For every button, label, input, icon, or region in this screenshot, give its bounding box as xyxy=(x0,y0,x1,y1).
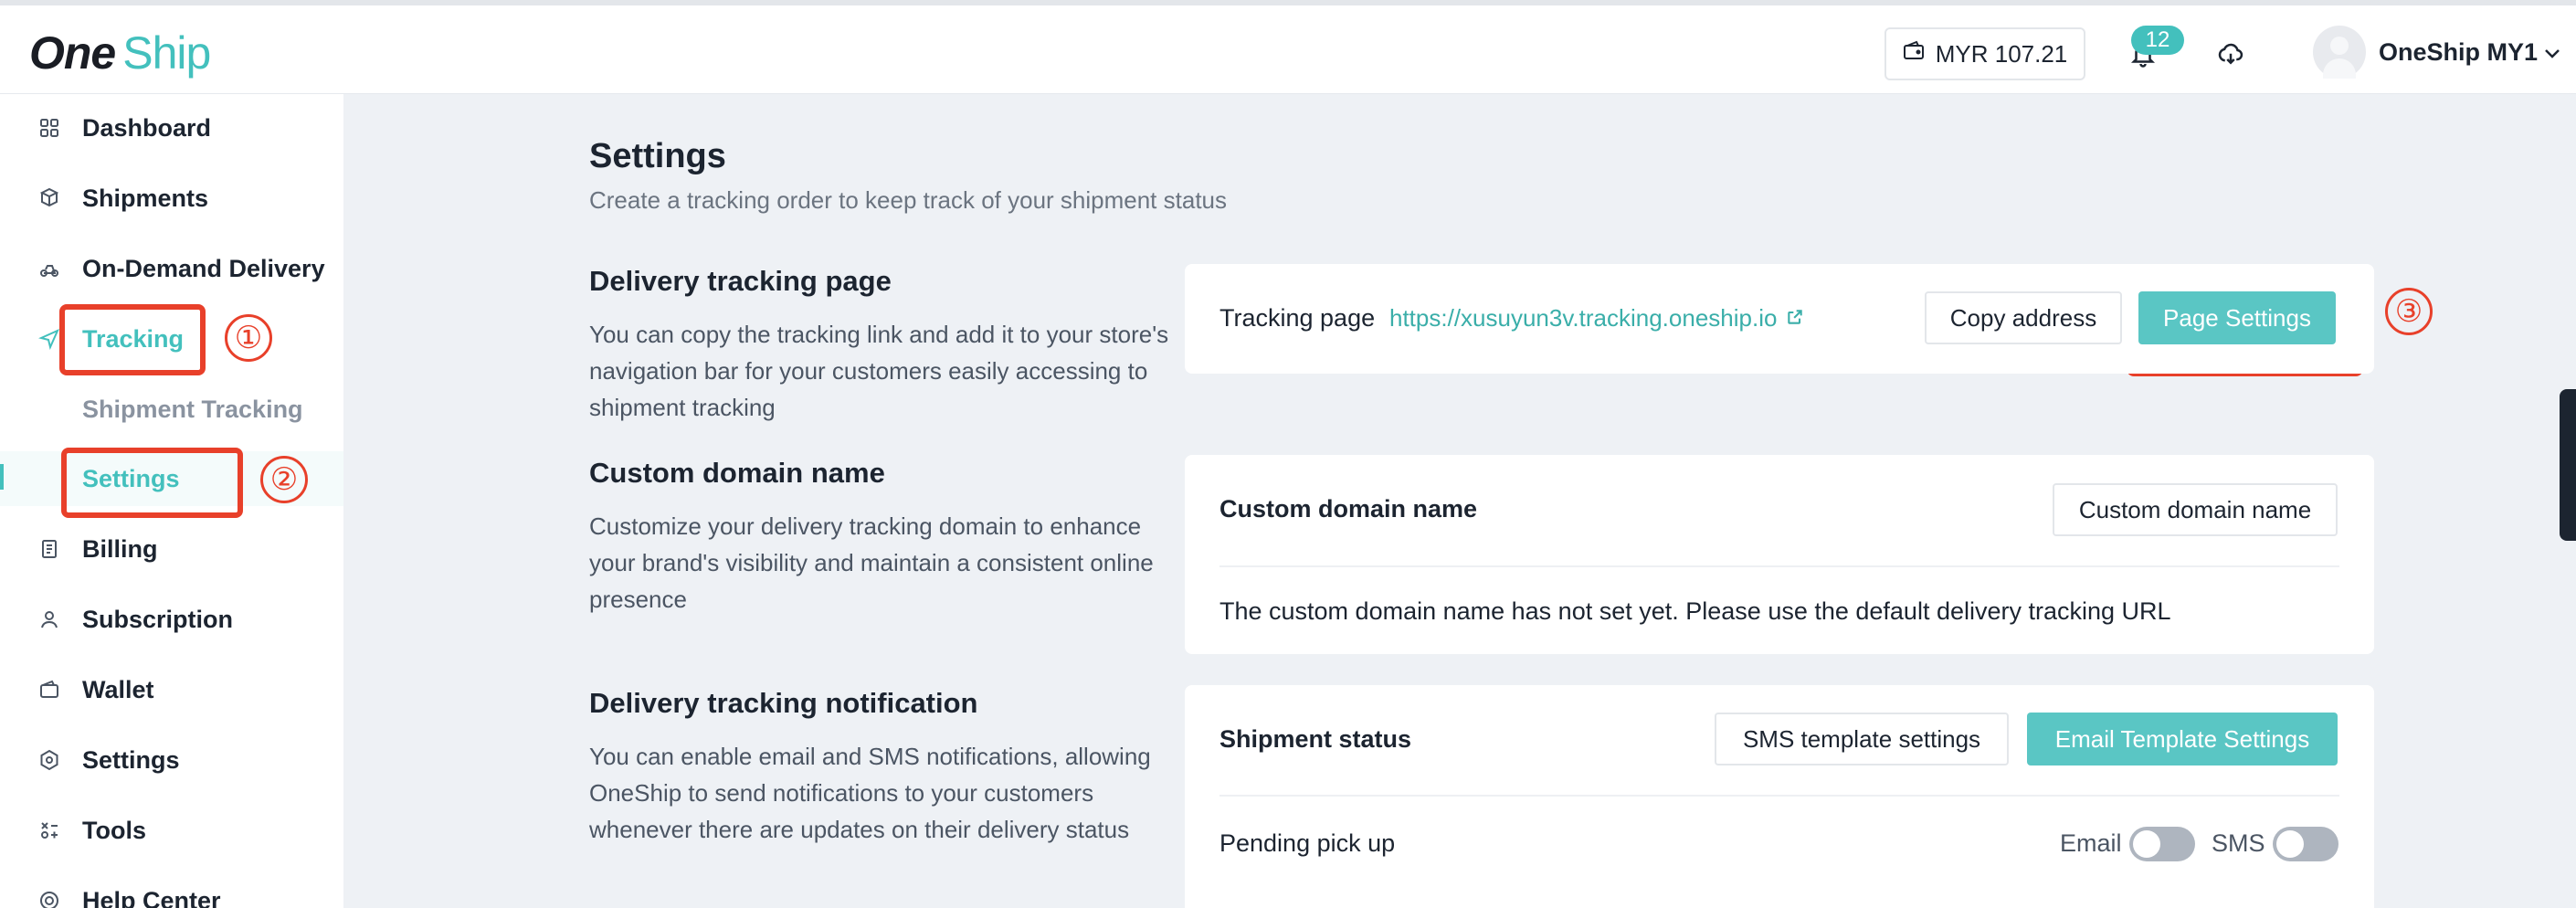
chevron-down-icon[interactable] xyxy=(2539,40,2565,66)
page-title: Settings xyxy=(589,137,726,175)
logo-ship: Ship xyxy=(122,27,211,79)
annotation-box-1 xyxy=(59,304,206,375)
sms-toggle-label: SMS xyxy=(2212,829,2265,857)
pending-pick-up-label: Pending pick up xyxy=(1219,829,1396,857)
billing-icon xyxy=(37,536,62,562)
sidebar-item-label: Dashboard xyxy=(82,113,212,142)
sidebar-item-label: Shipment Tracking xyxy=(82,395,303,423)
custom-domain-title: Custom domain name xyxy=(589,457,885,489)
page-settings-button[interactable]: Page Settings xyxy=(2138,291,2336,344)
shipments-icon xyxy=(37,185,62,211)
notification-title: Delivery tracking notification xyxy=(589,687,978,719)
annotation-number-1: ① xyxy=(225,314,272,362)
on-demand-icon xyxy=(37,256,62,281)
logo-one: One xyxy=(29,27,116,79)
side-panel-handle[interactable] xyxy=(2560,389,2576,541)
sidebar-item-help-center[interactable]: Help Center xyxy=(0,873,343,908)
notification-badge: 12 xyxy=(2131,26,2184,55)
wallet-icon xyxy=(37,677,62,702)
email-template-settings-button[interactable]: Email Template Settings xyxy=(2027,713,2338,765)
custom-domain-label: Custom domain name xyxy=(1219,495,1478,523)
sidebar-item-shipment-tracking[interactable]: Shipment Tracking xyxy=(0,382,343,437)
tracking-page-card: Tracking page https://xusuyun3v.tracking… xyxy=(1185,264,2374,374)
sidebar-item-wallet[interactable]: Wallet xyxy=(0,662,343,717)
wallet-icon xyxy=(1903,40,1925,69)
sidebar-item-label: Shipments xyxy=(82,184,209,212)
sidebar-item-subscription[interactable]: Subscription xyxy=(0,592,343,647)
oneship-logo[interactable]: One Ship xyxy=(29,26,211,80)
user-icon xyxy=(37,607,62,632)
wallet-balance: MYR 107.21 xyxy=(1935,39,2068,68)
page-subtitle: Create a tracking order to keep track of… xyxy=(589,186,1228,214)
tools-icon xyxy=(37,818,62,843)
sidebar-item-label: Help Center xyxy=(82,886,221,908)
sidebar-item-settings[interactable]: Settings xyxy=(0,733,343,787)
tracking-page-label: Tracking page xyxy=(1219,304,1376,332)
sms-toggle[interactable] xyxy=(2273,827,2338,861)
email-toggle[interactable] xyxy=(2129,827,2195,861)
dashboard-icon xyxy=(37,115,62,141)
tracking-page-link[interactable]: https://xusuyun3v.tracking.oneship.io xyxy=(1389,304,1804,333)
custom-domain-desc: Customize your delivery tracking domain … xyxy=(589,512,1154,613)
external-link-icon xyxy=(1786,304,1804,333)
custom-domain-card: Custom domain name Custom domain name Th… xyxy=(1185,455,2374,654)
delivery-tracking-page-title: Delivery tracking page xyxy=(589,265,892,297)
sidebar-item-label: On-Demand Delivery xyxy=(82,254,325,282)
divider xyxy=(1219,795,2339,797)
sidebar-item-dashboard[interactable]: Dashboard xyxy=(0,100,343,155)
notification-desc: You can enable email and SMS notificatio… xyxy=(589,743,1151,843)
cloud-download-icon[interactable] xyxy=(2214,38,2247,71)
sidebar-item-tools[interactable]: Tools xyxy=(0,803,343,858)
annotation-box-2 xyxy=(61,448,243,518)
sidebar-item-label: Billing xyxy=(82,534,158,563)
annotation-number-3: ③ xyxy=(2385,288,2433,335)
notification-card: Shipment status SMS template settings Em… xyxy=(1185,685,2374,908)
sidebar-item-label: Settings xyxy=(82,745,180,774)
custom-domain-button[interactable]: Custom domain name xyxy=(2053,483,2338,536)
sidebar-item-label: Wallet xyxy=(82,675,154,703)
avatar[interactable] xyxy=(2313,26,2366,79)
copy-address-button[interactable]: Copy address xyxy=(1925,291,2122,344)
divider xyxy=(1219,565,2339,567)
tracking-page-url: https://xusuyun3v.tracking.oneship.io xyxy=(1389,304,1778,332)
email-toggle-label: Email xyxy=(2060,829,2122,857)
sidebar-item-shipments[interactable]: Shipments xyxy=(0,171,343,226)
shipment-status-label: Shipment status xyxy=(1219,725,1412,753)
sms-template-settings-button[interactable]: SMS template settings xyxy=(1715,713,2009,765)
sidebar-item-label: Subscription xyxy=(82,605,234,633)
sidebar-item-billing[interactable]: Billing xyxy=(0,522,343,576)
tracking-icon xyxy=(37,326,62,352)
help-icon xyxy=(37,888,62,908)
user-name[interactable]: OneShip MY1 xyxy=(2379,38,2538,67)
sidebar-item-on-demand-delivery[interactable]: On-Demand Delivery xyxy=(0,241,343,296)
gear-icon xyxy=(37,747,62,773)
active-indicator xyxy=(0,464,4,490)
annotation-number-2: ② xyxy=(260,456,308,503)
top-bar: One Ship MYR 107.21 12 OneShip MY1 xyxy=(0,0,2576,94)
wallet-balance-button[interactable]: MYR 107.21 xyxy=(1884,27,2085,80)
delivery-tracking-page-desc: You can copy the tracking link and add i… xyxy=(589,321,1169,421)
custom-domain-note: The custom domain name has not set yet. … xyxy=(1219,597,2171,625)
sidebar-item-label: Tools xyxy=(82,816,146,844)
